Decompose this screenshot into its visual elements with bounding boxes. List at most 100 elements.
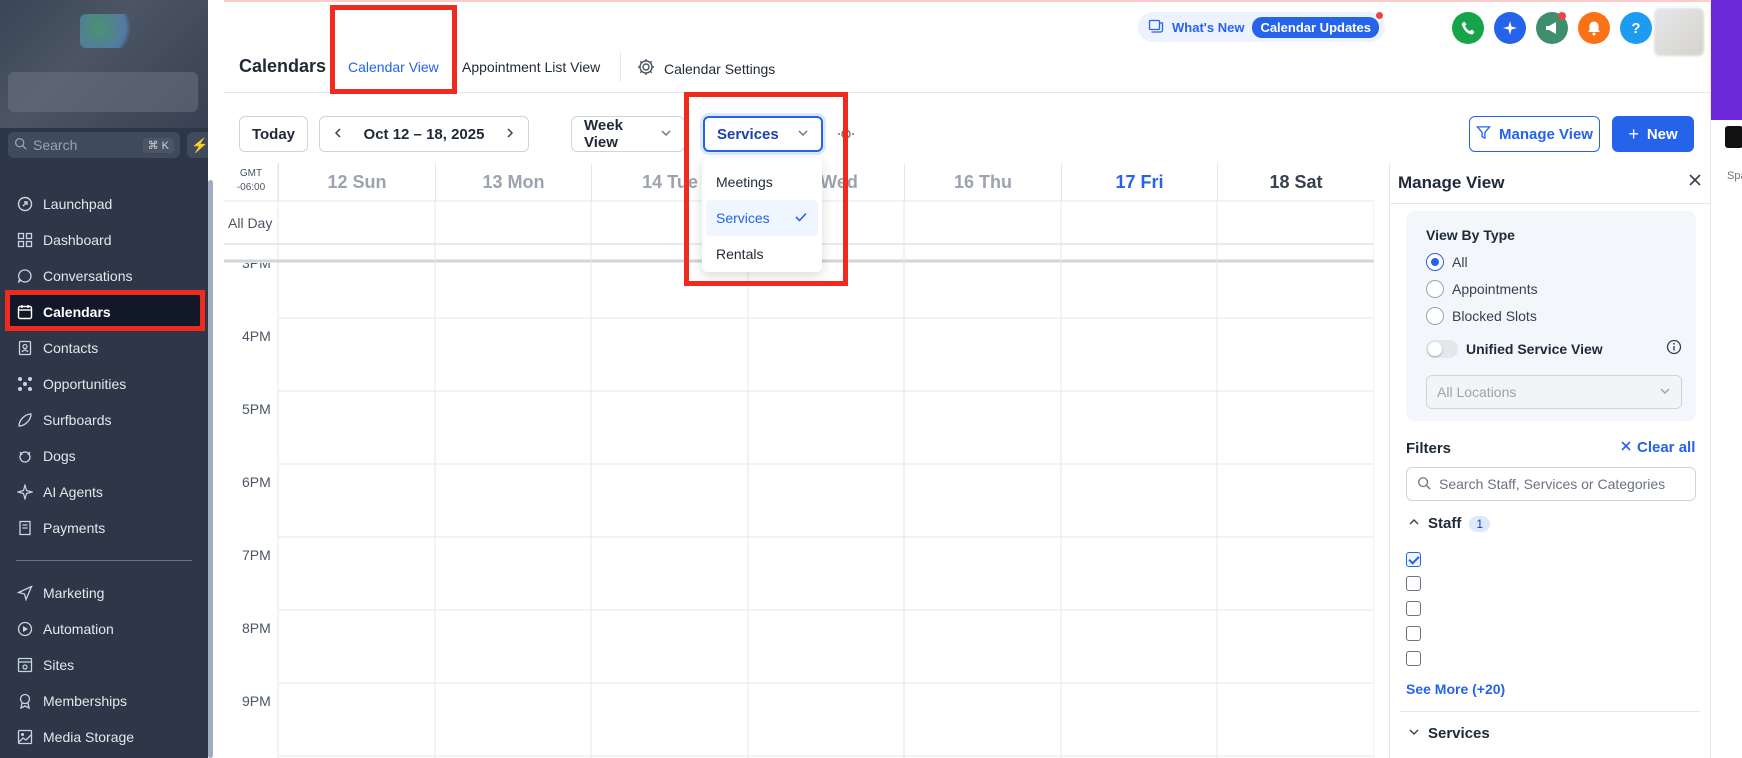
view-mode-select[interactable]: Week View [571, 116, 685, 152]
staff-count-badge: 1 [1469, 515, 1491, 532]
receipt-icon [16, 519, 34, 537]
day-header-sat[interactable]: 18 Sat [1217, 163, 1374, 201]
sidebar-item-launchpad[interactable]: Launchpad [0, 186, 208, 222]
sidebar-item-label: Conversations [43, 268, 133, 284]
calendar-type-dropdown: Meetings Services Rentals [702, 158, 822, 272]
staff-checkbox[interactable] [1406, 626, 1421, 641]
hour-label: 6PM [242, 474, 271, 490]
staff-checkbox[interactable] [1406, 651, 1421, 666]
close-icon[interactable] [1688, 171, 1702, 192]
sidebar-item-label: Marketing [43, 585, 105, 601]
header-divider [224, 92, 1710, 93]
search-placeholder: Search Staff, Services or Categories [1439, 476, 1666, 492]
sidebar-item-opportunities[interactable]: Opportunities [0, 366, 208, 402]
tab-appointment-list-view[interactable]: Appointment List View [462, 59, 600, 75]
view-by-type-section: View By Type All Appointments Blocked Sl… [1406, 211, 1696, 421]
chevron-left-icon[interactable] [332, 126, 344, 143]
select-value: Week View [584, 117, 623, 151]
sidebar-item-surfboards[interactable]: Surfboards [0, 402, 208, 438]
sidebar-item-label: Automation [43, 621, 114, 637]
help-icon[interactable]: ? [1620, 12, 1652, 44]
radio-label: All [1452, 254, 1468, 270]
unified-service-view-toggle[interactable] [1426, 339, 1458, 358]
staff-checkbox[interactable] [1406, 601, 1421, 616]
staff-checkbox[interactable] [1406, 576, 1421, 591]
sidebar-item-automation[interactable]: Automation [0, 611, 208, 647]
staff-checkbox-checked[interactable] [1406, 552, 1421, 567]
clear-all-button[interactable]: Clear all [1620, 439, 1695, 456]
phone-icon[interactable] [1452, 12, 1484, 44]
sidebar-item-label: Sites [43, 657, 75, 673]
sidebar-item-label: Launchpad [43, 196, 113, 212]
sidebar-item-dashboard[interactable]: Dashboard [0, 222, 208, 258]
sun-icon[interactable] [836, 124, 856, 147]
radio-appointments[interactable]: Appointments [1426, 280, 1538, 298]
radio-all[interactable]: All [1426, 253, 1468, 271]
chevron-down-icon [660, 126, 672, 143]
sidebar-item-calendars[interactable]: Calendars [8, 294, 200, 330]
sites-icon [16, 656, 34, 674]
dropdown-option-meetings[interactable]: Meetings [706, 164, 818, 200]
whats-new-banner[interactable]: What's New Calendar Updates [1138, 11, 1385, 42]
manage-view-button[interactable]: Manage View [1469, 116, 1600, 152]
dog-icon [16, 447, 34, 465]
sidebar-item-marketing[interactable]: Marketing [0, 575, 208, 611]
account-switcher-blurred[interactable] [0, 0, 208, 128]
tab-calendar-view[interactable]: Calendar View [348, 59, 439, 75]
image-icon [16, 728, 34, 746]
tab-calendar-settings[interactable]: Calendar Settings [636, 57, 775, 80]
sidebar-scrollbar[interactable] [208, 180, 213, 758]
chevron-down-icon [797, 126, 809, 143]
day-header-thu[interactable]: 16 Thu [904, 163, 1061, 201]
app-tile-icon[interactable] [1725, 126, 1742, 148]
calendar-type-select[interactable]: Services [703, 116, 823, 152]
dropdown-option-services[interactable]: Services [706, 200, 818, 236]
filter-search-input[interactable]: Search Staff, Services or Categories [1406, 467, 1696, 501]
see-more-link[interactable]: See More (+20) [1406, 681, 1505, 697]
chevron-right-icon[interactable] [504, 126, 516, 143]
sidebar-item-media-storage[interactable]: Media Storage [0, 719, 208, 755]
dropdown-option-rentals[interactable]: Rentals [706, 236, 818, 272]
services-label: Services [1428, 725, 1490, 742]
sidebar-item-payments[interactable]: Payments [0, 510, 208, 546]
sidebar-nav: Launchpad Dashboard Conversations Calend… [0, 186, 208, 755]
ai-sparkle-icon[interactable] [1494, 12, 1526, 44]
new-button[interactable]: + New [1612, 116, 1694, 152]
avatar[interactable] [1654, 8, 1704, 56]
bell-icon[interactable] [1578, 12, 1610, 44]
radio-button[interactable] [1426, 307, 1444, 325]
sidebar-item-memberships[interactable]: Memberships [0, 683, 208, 719]
radio-button-checked[interactable] [1426, 253, 1444, 271]
sidebar-item-dogs[interactable]: Dogs [0, 438, 208, 474]
day-header-mon[interactable]: 13 Mon [435, 163, 591, 201]
day-header-fri-today[interactable]: 17 Fri [1061, 163, 1217, 201]
staff-filter-header[interactable]: Staff 1 [1408, 515, 1491, 532]
brand-logo [80, 14, 140, 48]
quick-action-bolt-icon[interactable]: ⚡ [187, 132, 208, 158]
sidebar-item-contacts[interactable]: Contacts [0, 330, 208, 366]
calendar-updates-badge[interactable]: Calendar Updates [1252, 11, 1383, 38]
sidebar-item-sites[interactable]: Sites [0, 647, 208, 683]
right-edge-label: Spa [1727, 170, 1742, 182]
chevron-up-icon [1408, 515, 1420, 532]
all-locations-select[interactable]: All Locations [1426, 375, 1682, 409]
today-button[interactable]: Today [239, 116, 308, 152]
hour-label: 9PM [242, 693, 271, 709]
radio-button[interactable] [1426, 280, 1444, 298]
sidebar-item-conversations[interactable]: Conversations [0, 258, 208, 294]
services-filter-header[interactable]: Services [1408, 725, 1490, 742]
info-icon[interactable] [1666, 339, 1682, 358]
sidebar-item-label: Dashboard [43, 232, 112, 248]
radio-blocked-slots[interactable]: Blocked Slots [1426, 307, 1537, 325]
sidebar-item-ai-agents[interactable]: AI Agents [0, 474, 208, 510]
panel-divider [1400, 711, 1700, 712]
hour-label: 4PM [242, 328, 271, 344]
day-header-sun[interactable]: 12 Sun [278, 163, 435, 201]
date-range-navigator: Oct 12 – 18, 2025 [319, 116, 529, 152]
sidebar-search[interactable]: Search ⌘ K [8, 132, 180, 158]
date-range-label[interactable]: Oct 12 – 18, 2025 [364, 126, 485, 143]
sparkle-icon [16, 483, 34, 501]
close-icon [1620, 439, 1632, 456]
megaphone-icon[interactable] [1536, 12, 1568, 44]
select-value: All Locations [1437, 384, 1517, 400]
